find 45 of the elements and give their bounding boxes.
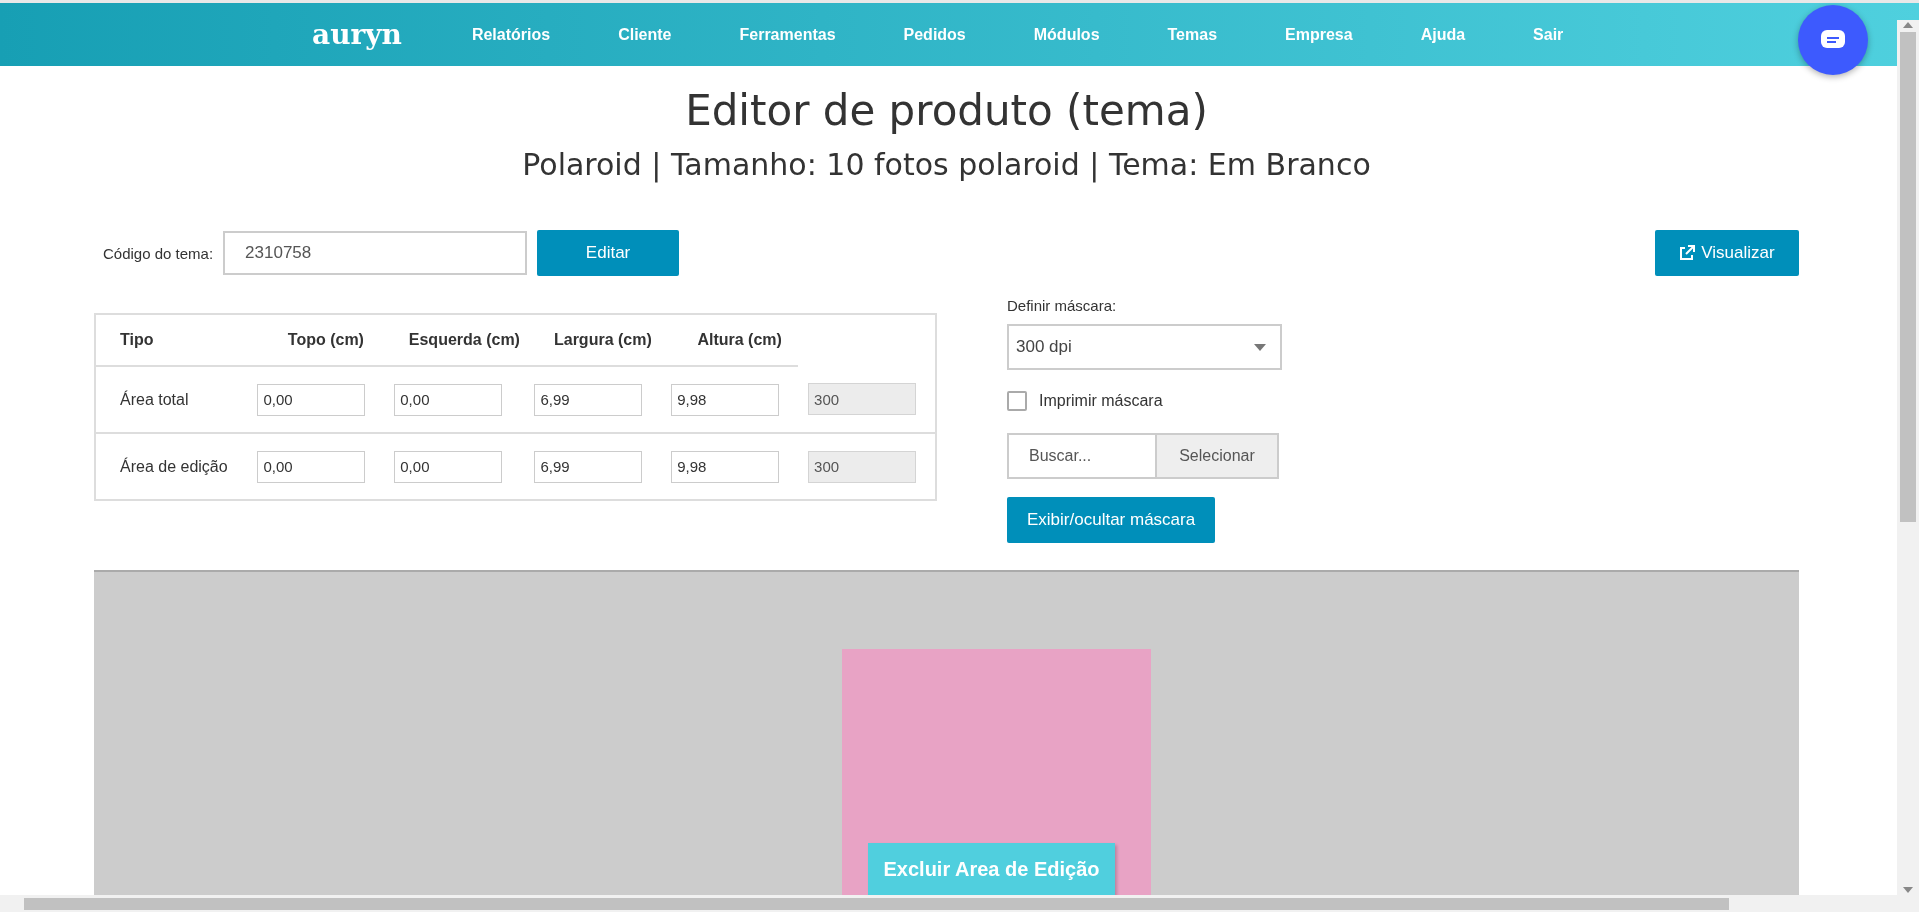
- nav-link[interactable]: Ajuda: [1386, 25, 1500, 44]
- field-label: Código do tema:: [103, 244, 214, 262]
- horizontal-scrollbar[interactable]: [0, 895, 1919, 912]
- nav-link[interactable]: Sair: [1499, 25, 1598, 44]
- checkbox-label: Imprimir máscara: [1039, 392, 1163, 410]
- dimension-input[interactable]: 0,00: [257, 383, 366, 416]
- nav-link[interactable]: Cliente: [584, 25, 706, 44]
- vertical-scrollbar[interactable]: [1897, 20, 1919, 895]
- chat-icon: [1820, 29, 1846, 51]
- caret-icon: [1254, 343, 1266, 351]
- file-path-input[interactable]: Buscar...: [1007, 433, 1157, 479]
- column-header: Altura (cm): [661, 314, 799, 366]
- dimension-input[interactable]: 9,98: [671, 383, 780, 416]
- external-link-icon: [1679, 245, 1696, 261]
- preview-button[interactable]: Visualizar: [1655, 230, 1799, 276]
- page-subtitle: Polaroid | Tamanho: 10 fotos polaroid | Tema: Em Branco: [521, 147, 1372, 182]
- dimension-input[interactable]: 0,00: [257, 450, 366, 483]
- dimension-input[interactable]: 6,99: [534, 383, 643, 416]
- column-header: Topo (cm): [247, 314, 385, 366]
- scroll-up-icon[interactable]: [1903, 22, 1913, 28]
- print-mask-checkbox[interactable]: [1007, 391, 1027, 411]
- nav-link[interactable]: Relatórios: [437, 25, 585, 44]
- scroll-down-icon[interactable]: [1903, 887, 1913, 893]
- dpi-select[interactable]: 300 dpi: [1007, 324, 1282, 370]
- row-label: Área total: [95, 366, 248, 433]
- dimension-input[interactable]: 0,00: [394, 383, 503, 416]
- dimension-input[interactable]: 9,98: [671, 450, 780, 483]
- dimension-input[interactable]: 0,00: [394, 450, 503, 483]
- field-label: Definir máscara:: [1007, 297, 1117, 314]
- nav-link[interactable]: Empresa: [1251, 25, 1387, 44]
- column-header: Tipo: [95, 314, 248, 366]
- edit-button[interactable]: Editar: [537, 230, 680, 276]
- select-file-button[interactable]: Selecionar: [1157, 433, 1279, 479]
- dimension-input[interactable]: 6,99: [534, 450, 643, 483]
- nav-link[interactable]: Ferramentas: [705, 25, 870, 44]
- column-header: Esquerda (cm): [384, 314, 525, 366]
- theme-code-input[interactable]: 2310758: [223, 231, 528, 275]
- logo[interactable]: auryn: [312, 18, 402, 51]
- page-title: Editor de produto (tema): [684, 86, 1209, 135]
- nav-link[interactable]: Pedidos: [869, 25, 1000, 44]
- column-header: Largura (cm): [524, 314, 662, 366]
- nav-link[interactable]: Módulos: [999, 25, 1134, 44]
- nav-link[interactable]: Temas: [1133, 25, 1252, 44]
- row-label: Área de edição: [95, 433, 248, 500]
- toggle-mask-button[interactable]: Exibir/ocultar máscara: [1007, 497, 1216, 543]
